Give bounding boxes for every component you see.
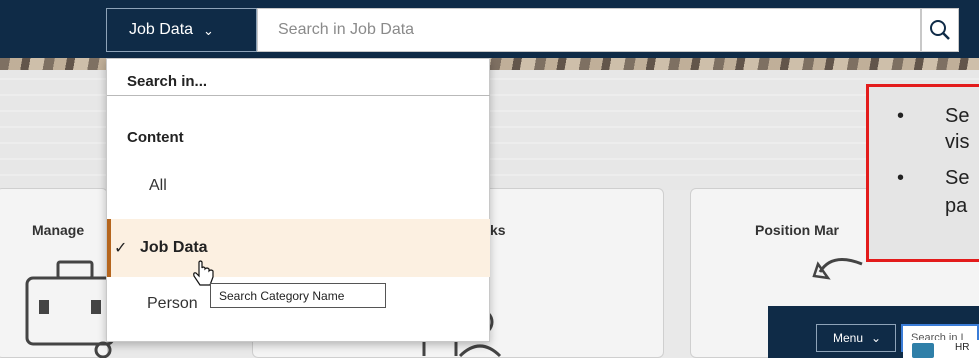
manager-tile-title: Manage — [32, 222, 85, 238]
search-placeholder: Search in Job Data — [278, 21, 415, 38]
inset-clock-icon — [912, 343, 934, 358]
search-button[interactable] — [921, 8, 959, 52]
instruction-callout: • Se vis • Se pa — [866, 84, 979, 262]
inset-row-text: HR — [955, 342, 970, 353]
menu-option-job-data[interactable]: ✓ Job Data — [107, 219, 490, 277]
inset-menu-label: Menu — [833, 331, 864, 345]
tasks-tile-title: ks — [490, 222, 506, 238]
search-icon — [930, 20, 950, 40]
inset-menu-button: Menu ⌄ — [816, 324, 896, 352]
search-category-dropdown[interactable]: Job Data ⌄ — [106, 8, 257, 52]
menu-divider — [107, 95, 490, 96]
inset-chevron-down-icon: ⌄ — [871, 331, 882, 345]
check-icon: ✓ — [114, 240, 128, 257]
menu-option-label: Job Data — [140, 239, 208, 256]
menu-option-all[interactable]: All — [107, 157, 490, 215]
callout-line-2: vis — [945, 131, 970, 153]
menu-option-label: Person — [147, 295, 198, 312]
callout-line-1: Se — [945, 105, 970, 127]
tooltip: Search Category Name — [210, 283, 386, 308]
callout-bullet-1: • — [897, 105, 905, 127]
callout-line-3: Se — [945, 167, 970, 189]
search-input[interactable]: Search in Job Data — [257, 8, 921, 52]
position-management-tile-title: Position Mar — [755, 222, 840, 238]
menu-heading: Search in... — [127, 73, 208, 90]
menu-option-label: All — [149, 177, 167, 194]
briefcase-icon — [25, 260, 115, 358]
chevron-down-icon: ⌄ — [203, 23, 214, 38]
search-category-label: Job Data — [129, 21, 194, 38]
callout-bullet-2: • — [897, 167, 905, 189]
menu-section-label: Content — [127, 129, 184, 146]
tooltip-text: Search Category Name — [219, 288, 345, 303]
org-chart-icon — [812, 258, 863, 280]
callout-line-4: pa — [945, 195, 968, 217]
